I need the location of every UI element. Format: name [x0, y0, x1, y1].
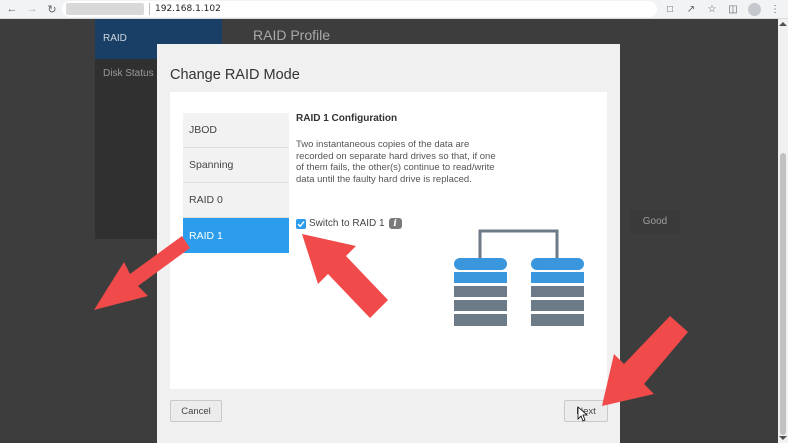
menu-kebab-icon[interactable]: ⋮: [768, 1, 782, 17]
mode-item-jbod[interactable]: JBOD: [183, 113, 289, 148]
annotation-arrow-icon: [302, 234, 388, 318]
checkmark-icon: [297, 220, 305, 227]
browser-toolbar: ← → ↻ 192.168.1.102 □ ↗ ☆ ◫ ⋮: [0, 0, 788, 19]
url-divider: [149, 3, 150, 15]
annotation-arrow-icon: [602, 316, 688, 406]
page-scrollbar[interactable]: [778, 19, 788, 443]
address-bar[interactable]: 192.168.1.102: [62, 1, 657, 17]
blurred-region: [66, 3, 144, 15]
config-description: Two instantaneous copies of the data are…: [296, 139, 496, 185]
dialog-title: Change RAID Mode: [170, 67, 300, 83]
mouse-cursor-icon: [577, 406, 588, 422]
config-title: RAID 1 Configuration: [296, 113, 398, 124]
sidepanel-icon[interactable]: ◫: [726, 1, 740, 17]
raid-mode-list: JBOD Spanning RAID 0 RAID 1: [183, 113, 289, 253]
share-icon[interactable]: ↗: [684, 1, 698, 17]
switch-label: Switch to RAID 1: [309, 218, 385, 229]
info-icon[interactable]: i: [388, 218, 402, 229]
bg-status-cell: Good: [630, 210, 680, 234]
url-text: 192.168.1.102: [155, 4, 221, 14]
forward-icon[interactable]: →: [24, 1, 40, 17]
raid-1-mirror-diagram: [454, 229, 584, 326]
cancel-button[interactable]: Cancel: [170, 400, 222, 422]
translate-icon[interactable]: □: [663, 1, 677, 17]
mode-item-raid-1[interactable]: RAID 1: [183, 218, 289, 253]
mode-item-spanning[interactable]: Spanning: [183, 148, 289, 183]
scroll-up-icon[interactable]: [779, 22, 787, 26]
bg-sidebar-item-disk-status: Disk Status: [103, 68, 154, 79]
annotation-arrow-icon: [94, 236, 190, 310]
profile-avatar-icon[interactable]: [747, 1, 761, 17]
mode-item-raid-0[interactable]: RAID 0: [183, 183, 289, 218]
scroll-down-icon[interactable]: [779, 436, 787, 440]
disk-stack-right: [531, 258, 584, 326]
switch-checkbox[interactable]: [296, 218, 306, 229]
disk-stack-left: [454, 258, 507, 326]
star-icon[interactable]: ☆: [705, 1, 719, 17]
switch-to-raid-row: Switch to RAID 1 i: [296, 218, 402, 229]
reload-icon[interactable]: ↻: [44, 1, 60, 17]
bg-page-title: RAID Profile: [253, 27, 331, 43]
scroll-thumb[interactable]: [780, 153, 786, 435]
back-icon[interactable]: ←: [4, 1, 20, 17]
